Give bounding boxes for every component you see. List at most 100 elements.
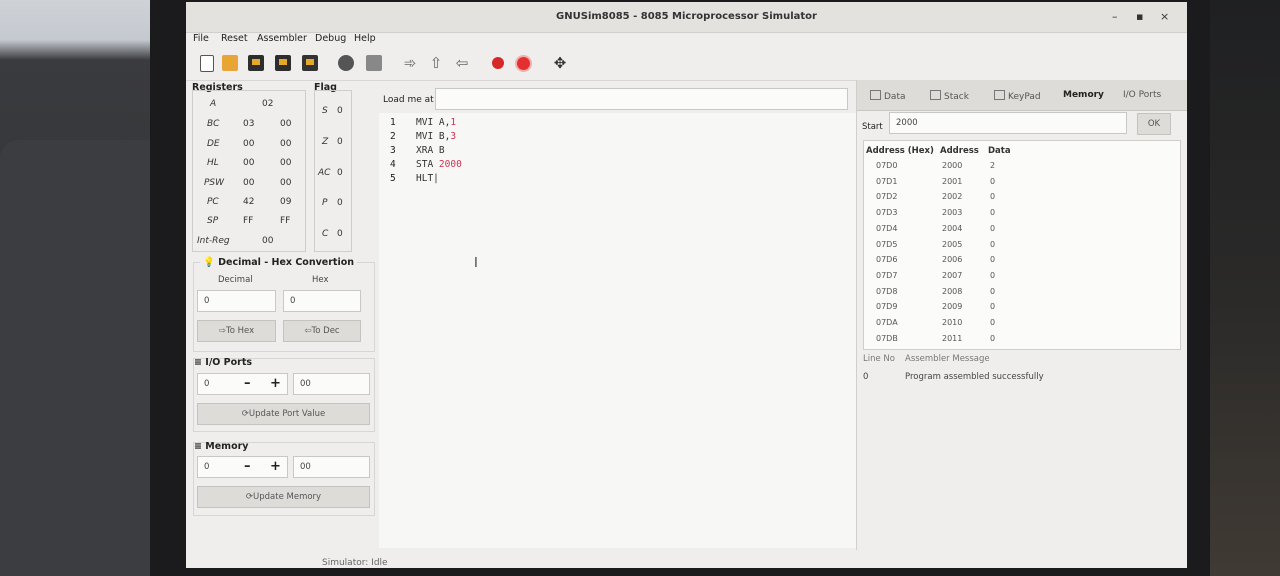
- port-increment[interactable]: +: [270, 376, 281, 391]
- start-address-input[interactable]: 2000: [889, 112, 1127, 134]
- reg-name: A: [210, 99, 217, 109]
- tab-stack-label: Stack: [944, 92, 969, 102]
- load-me-at-label: Load me at: [383, 95, 434, 105]
- step-over-icon[interactable]: ⇦: [454, 55, 470, 71]
- reg-value: 09: [280, 197, 292, 207]
- menu-assembler[interactable]: Assembler: [257, 33, 307, 44]
- immediate-value: 2000: [438, 159, 462, 170]
- flag-name: Z: [322, 137, 329, 147]
- cell-address-hex: 07D4: [876, 223, 898, 233]
- list-icon: ≡: [194, 441, 202, 452]
- decimal-label: Decimal: [218, 275, 253, 285]
- cell-address: 2000: [942, 161, 963, 170]
- open-file-icon[interactable]: [222, 55, 238, 71]
- tab-io-ports[interactable]: I/O Ports: [1123, 90, 1161, 100]
- code-line: XRA B: [416, 145, 445, 156]
- bag-fabric: [0, 140, 160, 576]
- tab-keypad[interactable]: KeyPad: [994, 90, 1041, 102]
- new-file-icon[interactable]: [200, 55, 214, 72]
- save-icon[interactable]: [248, 55, 264, 71]
- mnemonic: XRA: [416, 145, 434, 156]
- minimize-button[interactable]: –: [1112, 10, 1118, 23]
- reg-value: 02: [262, 99, 274, 109]
- immediate-value: 3: [450, 131, 457, 142]
- cell-address-hex: 07D8: [876, 286, 898, 296]
- operand: B,: [438, 131, 451, 142]
- port-value-input[interactable]: 00: [293, 373, 370, 395]
- update-memory-button[interactable]: ⟳Update Memory: [197, 486, 370, 508]
- cell-address: 2008: [942, 286, 963, 296]
- cell-address: 2007: [942, 270, 963, 280]
- assemble-icon[interactable]: [338, 55, 354, 71]
- update-port-button[interactable]: ⟳Update Port Value: [197, 403, 370, 425]
- photo-background-right: [1210, 0, 1280, 576]
- close-button[interactable]: ×: [1160, 10, 1169, 23]
- ok-button[interactable]: OK: [1137, 113, 1171, 135]
- registers-panel: A 02 BC 03 00 DE 00 00 HL 00 00 PSW 00 0…: [192, 90, 306, 252]
- menu-file[interactable]: File: [193, 33, 209, 44]
- hex-input[interactable]: 0: [283, 290, 361, 312]
- memory-increment[interactable]: +: [270, 459, 281, 474]
- stack-icon: [930, 90, 941, 100]
- save-as-icon[interactable]: [275, 55, 291, 71]
- maximize-button[interactable]: ▪: [1136, 10, 1143, 23]
- to-hex-button[interactable]: ⇨To Hex: [197, 320, 276, 342]
- breakpoint-icon[interactable]: [492, 57, 504, 69]
- line-number: 3: [390, 145, 396, 156]
- right-panel: Data Stack KeyPad Memory I/O Ports Start…: [856, 80, 1187, 550]
- step-out-icon[interactable]: ⇧: [428, 55, 444, 71]
- cell-data: 2: [990, 161, 996, 170]
- memory-table: Address (Hex) Address Data 07D0 2000 2 07D1…: [863, 140, 1181, 350]
- menu-help[interactable]: Help: [354, 33, 376, 44]
- update-port-label: Update Port Value: [248, 409, 326, 419]
- flag-value: 0: [337, 168, 343, 178]
- reg-name: Int-Reg: [197, 236, 230, 246]
- move-icon[interactable]: ✥: [552, 55, 568, 71]
- to-dec-button[interactable]: ⇦To Dec: [283, 320, 361, 342]
- tab-memory[interactable]: Memory: [1063, 90, 1104, 100]
- reg-name: PC: [207, 197, 219, 207]
- decimal-input[interactable]: 0: [197, 290, 276, 312]
- menu-debug[interactable]: Debug: [315, 33, 346, 44]
- execute-icon[interactable]: [366, 55, 382, 71]
- cell-data: 0: [990, 239, 996, 249]
- col-address: Address: [940, 146, 979, 156]
- menu-reset[interactable]: Reset: [221, 33, 248, 44]
- port-decrement[interactable]: –: [244, 376, 251, 391]
- cell-address-hex: 07D6: [876, 255, 898, 265]
- cell-data: 0: [990, 208, 996, 218]
- tab-data[interactable]: Data: [870, 90, 906, 102]
- print-icon[interactable]: [302, 55, 318, 71]
- code-editor[interactable]: 1 MVI A,1 2 MVI B,3 3 XRA B 4 STA 2000 5…: [379, 113, 857, 548]
- cell-address-hex: 07D7: [876, 270, 898, 280]
- reg-value: FF: [243, 216, 254, 226]
- reg-value: 00: [280, 139, 292, 149]
- code-line: STA 2000: [416, 159, 462, 170]
- cell-data: 0: [990, 318, 996, 327]
- right-tabs: Data Stack KeyPad Memory I/O Ports: [857, 80, 1187, 111]
- code-line: HLT|: [416, 173, 439, 184]
- cell-address: 2009: [942, 302, 963, 312]
- tab-data-label: Data: [884, 92, 906, 102]
- cell-data: 0: [990, 302, 996, 312]
- line-number: 1: [390, 117, 396, 128]
- mnemonic: HLT: [416, 173, 434, 184]
- load-address-input[interactable]: [435, 88, 848, 110]
- reg-value: 03: [243, 119, 255, 129]
- tab-stack[interactable]: Stack: [930, 90, 969, 102]
- memory-title-text: Memory: [205, 441, 249, 452]
- message-text: Program assembled successfully: [905, 372, 1044, 382]
- io-ports-title: ≡ I/O Ports: [194, 357, 252, 368]
- step-in-icon[interactable]: ➾: [402, 55, 418, 71]
- reg-value: 00: [243, 139, 255, 149]
- cell-data: 0: [990, 255, 996, 265]
- cell-data: 0: [990, 223, 996, 233]
- cell-data: 0: [990, 333, 996, 343]
- mnemonic: STA: [416, 159, 434, 170]
- memory-panel: ≡ Memory 0 – + 00 ⟳Update Memory: [193, 441, 375, 516]
- memory-decrement[interactable]: –: [244, 459, 251, 474]
- line-number: 4: [390, 159, 396, 170]
- stop-icon[interactable]: [517, 57, 530, 70]
- memory-value-input[interactable]: 00: [293, 456, 370, 478]
- reg-value: 42: [243, 197, 255, 207]
